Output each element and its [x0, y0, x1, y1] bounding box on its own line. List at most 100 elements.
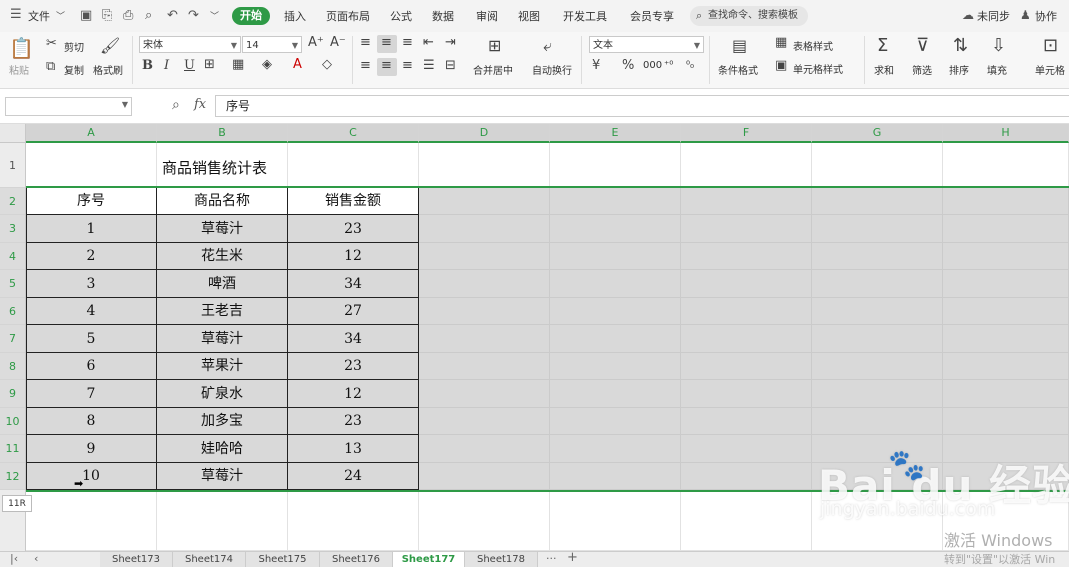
cell-a1[interactable]: [26, 143, 157, 188]
cell-b7[interactable]: 草莓汁: [157, 325, 288, 353]
add-sheet-button[interactable]: +: [567, 550, 578, 565]
borders-icon[interactable]: ⊞: [204, 57, 215, 72]
cell-h8[interactable]: [943, 353, 1069, 380]
font-size-select[interactable]: 14 ▼: [242, 36, 302, 53]
cell-g7[interactable]: [812, 325, 943, 353]
cell-d13[interactable]: [419, 490, 550, 551]
column-header-h[interactable]: H: [943, 124, 1069, 143]
cell-style-icon[interactable]: ▣: [775, 58, 787, 73]
cell-g3[interactable]: [812, 215, 943, 243]
conditional-format-button[interactable]: 条件格式: [718, 62, 758, 77]
copy-button[interactable]: 复制: [64, 62, 84, 77]
cell-b11[interactable]: 娃哈哈: [157, 435, 288, 463]
cell-e12[interactable]: [550, 463, 681, 490]
row-header-2[interactable]: 2: [0, 188, 25, 215]
paste-button[interactable]: 粘贴: [9, 62, 29, 77]
print-preview-icon[interactable]: ⌕: [145, 8, 152, 23]
cell-c1[interactable]: [288, 143, 419, 188]
export-icon[interactable]: ⎘: [102, 8, 112, 23]
scissors-icon[interactable]: ✂: [46, 36, 57, 51]
sync-status[interactable]: 未同步: [977, 8, 1010, 24]
cell-f9[interactable]: [681, 380, 812, 408]
tab-review[interactable]: 审阅: [476, 8, 498, 24]
cell-g9[interactable]: [812, 380, 943, 408]
prev-sheet-icon[interactable]: ‹: [34, 552, 38, 565]
cell-a11[interactable]: 9: [26, 435, 157, 463]
cell-icon[interactable]: ⊡: [1043, 35, 1058, 56]
cell-g5[interactable]: [812, 270, 943, 298]
sort-icon[interactable]: ⇅: [953, 35, 968, 56]
copy-icon[interactable]: ⧉: [46, 59, 55, 74]
tab-insert[interactable]: 插入: [284, 8, 306, 24]
cell-a6[interactable]: 4: [26, 298, 157, 325]
filter-icon[interactable]: ⊽: [916, 35, 929, 56]
cell-g1[interactable]: [812, 143, 943, 188]
cell-e1[interactable]: [550, 143, 681, 188]
cell-c10[interactable]: 23: [288, 408, 419, 435]
cell-c4[interactable]: 12: [288, 243, 419, 270]
cell-f12[interactable]: [681, 463, 812, 490]
cell-b13[interactable]: [157, 490, 288, 551]
cell-c9[interactable]: 12: [288, 380, 419, 408]
zoom-formula-icon[interactable]: ⌕: [172, 97, 180, 113]
cell-e11[interactable]: [550, 435, 681, 463]
cell-e4[interactable]: [550, 243, 681, 270]
cell-a3[interactable]: 1: [26, 215, 157, 243]
cell-b6[interactable]: 王老吉: [157, 298, 288, 325]
cell-g2[interactable]: [812, 188, 943, 215]
row-header-8[interactable]: 8: [0, 353, 25, 380]
cell-d9[interactable]: [419, 380, 550, 408]
cell-f3[interactable]: [681, 215, 812, 243]
cell-a12[interactable]: 10: [26, 463, 157, 490]
row-header-10[interactable]: 10: [0, 408, 25, 435]
cell-h5[interactable]: [943, 270, 1069, 298]
cell-a5[interactable]: 3: [26, 270, 157, 298]
row-header-9[interactable]: 9: [0, 380, 25, 408]
sort-button[interactable]: 排序: [949, 62, 969, 77]
cell-e13[interactable]: [550, 490, 681, 551]
first-sheet-icon[interactable]: |‹: [10, 552, 18, 565]
cell-f5[interactable]: [681, 270, 812, 298]
clear-format-icon[interactable]: ◇: [322, 57, 332, 72]
cell-c11[interactable]: 13: [288, 435, 419, 463]
column-header-f[interactable]: F: [681, 124, 812, 143]
cell-d11[interactable]: [419, 435, 550, 463]
cell-b3[interactable]: 草莓汁: [157, 215, 288, 243]
cloud-icon[interactable]: ☁: [962, 8, 974, 22]
undo-icon[interactable]: ↶: [167, 8, 178, 23]
increase-indent-icon[interactable]: ⇥: [445, 35, 456, 50]
underline-button[interactable]: U: [184, 58, 195, 73]
row-header-12[interactable]: 12: [0, 463, 25, 490]
collaborate-icon[interactable]: ♟: [1020, 8, 1031, 22]
cell-b12[interactable]: 草莓汁: [157, 463, 288, 490]
cell-b2[interactable]: 商品名称: [157, 188, 288, 215]
cell-b4[interactable]: 花生米: [157, 243, 288, 270]
name-box[interactable]: ▼: [5, 97, 132, 116]
cut-button[interactable]: 剪切: [64, 39, 84, 54]
row-header-11[interactable]: 11: [0, 435, 25, 463]
more-sheets-button[interactable]: ···: [546, 552, 557, 565]
cell-c12[interactable]: 24: [288, 463, 419, 490]
cell-f8[interactable]: [681, 353, 812, 380]
percent-button[interactable]: %: [622, 58, 634, 73]
align-top-icon[interactable]: ≡: [360, 35, 371, 50]
cell-e7[interactable]: [550, 325, 681, 353]
distributed-icon[interactable]: ⊟: [445, 58, 456, 73]
tab-member[interactable]: 会员专享: [630, 8, 674, 24]
merge-center-button[interactable]: 合并居中: [473, 62, 513, 77]
command-search[interactable]: ⌕ 查找命令、搜索模板: [690, 6, 808, 26]
tab-data[interactable]: 数据: [432, 8, 454, 24]
tab-formulas[interactable]: 公式: [390, 8, 412, 24]
cell-f6[interactable]: [681, 298, 812, 325]
cell-a2[interactable]: 序号: [26, 188, 157, 215]
decrease-indent-icon[interactable]: ⇤: [423, 35, 434, 50]
row-header-7[interactable]: 7: [0, 325, 25, 353]
cell-c8[interactable]: 23: [288, 353, 419, 380]
decrease-font-icon[interactable]: A⁻: [330, 35, 346, 50]
cell-g8[interactable]: [812, 353, 943, 380]
cell-style-button[interactable]: 单元格样式: [793, 61, 843, 76]
bold-button[interactable]: B: [142, 58, 153, 73]
cell-a13[interactable]: [26, 490, 157, 551]
decrease-decimal-icon[interactable]: ⁰₀: [686, 60, 694, 71]
cell-c3[interactable]: 23: [288, 215, 419, 243]
